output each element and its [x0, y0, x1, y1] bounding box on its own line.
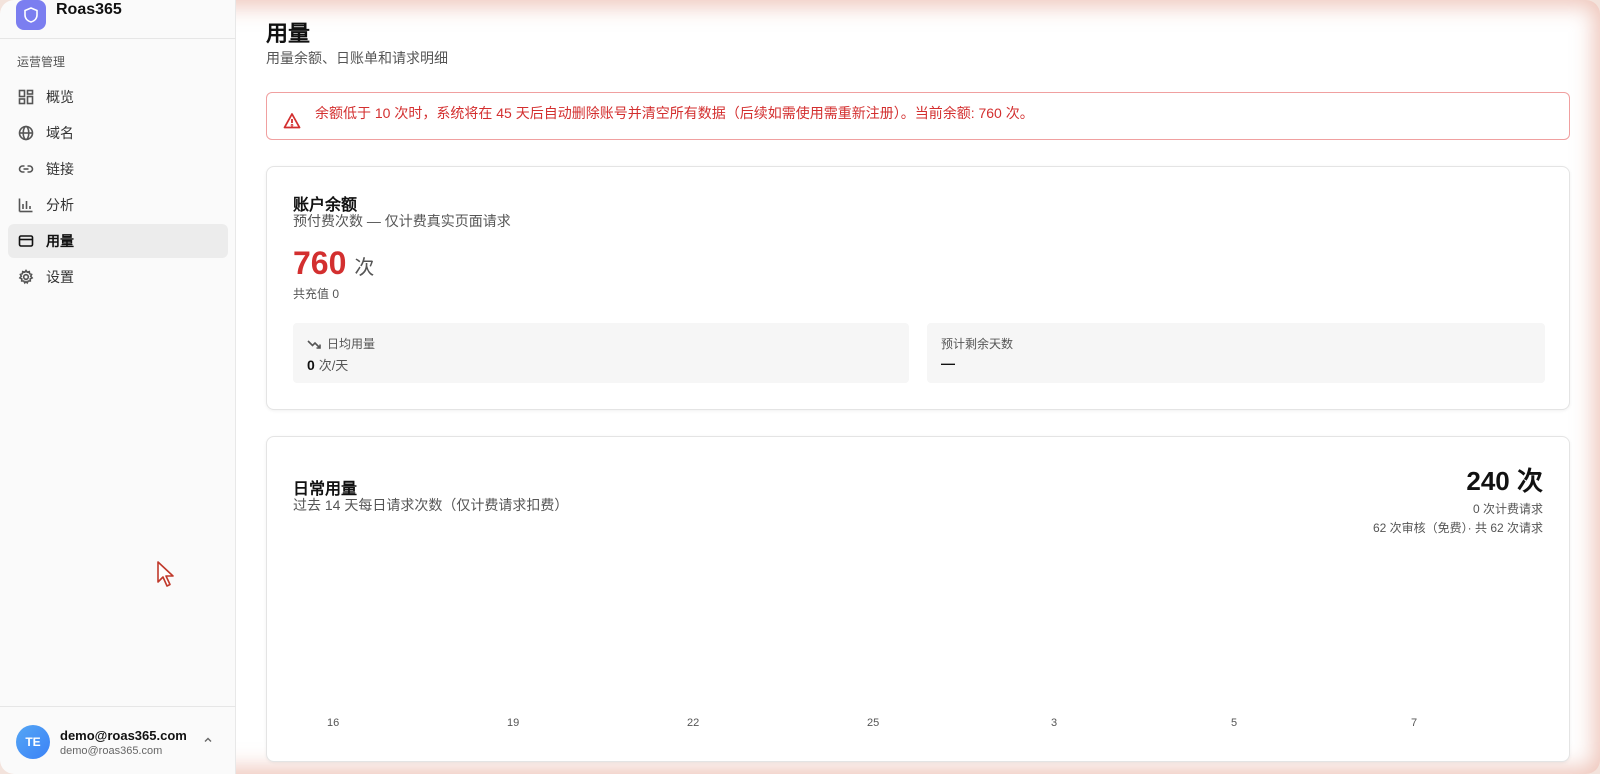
billed-requests: 0 次计费请求	[1472, 502, 1543, 516]
sidebar-item-settings[interactable]: 设置	[8, 260, 228, 294]
daily-avg-label: 日均用量	[307, 335, 375, 352]
sidebar-item-domains[interactable]: 域名	[8, 116, 228, 150]
user-email: demo@roas365.com	[60, 744, 163, 757]
daily-avg-number: 0	[307, 357, 315, 373]
x-tick: 16	[327, 717, 340, 729]
daily-avg-value: 0 次/天	[307, 355, 348, 374]
usage-summary: 240 次 0 次计费请求 62 次审核（免费）· 共 62 次请求	[1373, 461, 1543, 536]
main-content: 用量 用量余额、日账单和请求明细 余额低于 10 次时，系统将在 45 天后自动…	[266, 0, 1572, 774]
balance-card-subtitle: 预付费次数 — 仅计费真实页面请求	[293, 213, 511, 229]
daily-usage-card: 日常用量 过去 14 天每日请求次数（仅计费请求扣费） 240 次 0 次计费请…	[266, 436, 1570, 762]
sidebar-item-label: 链接	[46, 161, 74, 177]
usage-total: 240 次	[1466, 466, 1543, 496]
warning-icon	[283, 113, 301, 129]
x-tick: 5	[1231, 717, 1238, 729]
recharged-total: 共充值 0	[293, 287, 340, 301]
daily-avg-stat: 日均用量 0 次/天	[293, 323, 909, 383]
user-menu[interactable]: TE demo@roas365.com demo@roas365.com	[16, 722, 226, 762]
sidebar-nav: 概览 域名 链接 分析 用量 设置	[8, 80, 228, 296]
x-tick: 25	[867, 717, 880, 729]
globe-icon	[18, 125, 34, 141]
brand[interactable]: Roas365	[16, 0, 236, 38]
dashboard-icon	[18, 89, 34, 105]
chevron-up-icon[interactable]	[202, 734, 214, 746]
sidebar-item-overview[interactable]: 概览	[8, 80, 228, 114]
gear-icon	[18, 269, 34, 285]
balance-amount: 760 次	[293, 245, 374, 282]
divider	[0, 38, 236, 39]
balance-number: 760	[293, 245, 347, 281]
sidebar-item-links[interactable]: 链接	[8, 152, 228, 186]
divider	[0, 706, 236, 707]
days-left-number: —	[941, 355, 955, 371]
days-left-value: —	[941, 355, 955, 371]
usage-card-subtitle: 过去 14 天每日请求次数（仅计费请求扣费）	[293, 497, 569, 513]
credit-card-icon	[18, 235, 34, 247]
section-label: 运营管理	[17, 55, 66, 69]
brand-name: Roas365	[56, 1, 122, 18]
review-requests: 62 次审核（免费）· 共 62 次请求	[1372, 521, 1543, 535]
daily-avg-label-text: 日均用量	[327, 337, 376, 351]
link-icon	[18, 165, 34, 173]
daily-avg-unit: 次/天	[318, 358, 349, 373]
sidebar: Roas365 运营管理 概览 域名 链接 分析 用量 设置 TE demo@r…	[0, 0, 236, 774]
sidebar-item-label: 分析	[46, 197, 74, 213]
sidebar-item-analytics[interactable]: 分析	[8, 188, 228, 222]
app-window: Roas365 运营管理 概览 域名 链接 分析 用量 设置 TE demo@r…	[0, 0, 1600, 774]
x-tick: 22	[687, 717, 700, 729]
sidebar-item-usage[interactable]: 用量	[8, 224, 228, 258]
x-tick: 19	[507, 717, 520, 729]
page-subtitle: 用量余额、日账单和请求明细	[266, 50, 448, 66]
sidebar-item-label: 设置	[46, 269, 74, 285]
user-name: demo@roas365.com	[60, 727, 187, 743]
balance-card: 账户余额 预付费次数 — 仅计费真实页面请求 760 次 共充值 0 日均用量 …	[266, 166, 1570, 410]
balance-unit: 次	[354, 257, 375, 279]
sidebar-item-label: 域名	[46, 125, 74, 141]
trending-down-icon	[307, 339, 321, 349]
sidebar-item-label: 用量	[46, 233, 74, 249]
x-tick: 7	[1411, 717, 1418, 729]
low-balance-alert: 余额低于 10 次时，系统将在 45 天后自动删除账号并清空所有数据（后续如需使…	[266, 92, 1570, 140]
mouse-cursor-icon	[157, 561, 174, 587]
avatar: TE	[16, 725, 50, 759]
days-left-stat: 预计剩余天数 —	[927, 323, 1545, 383]
x-tick: 3	[1051, 717, 1058, 729]
bar-chart-icon	[18, 198, 33, 213]
page-title: 用量	[266, 21, 311, 46]
sidebar-item-label: 概览	[46, 89, 74, 105]
shield-logo-icon	[16, 0, 46, 30]
days-left-label: 预计剩余天数	[941, 337, 1014, 351]
alert-text: 余额低于 10 次时，系统将在 45 天后自动删除账号并清空所有数据（后续如需使…	[315, 105, 1034, 121]
